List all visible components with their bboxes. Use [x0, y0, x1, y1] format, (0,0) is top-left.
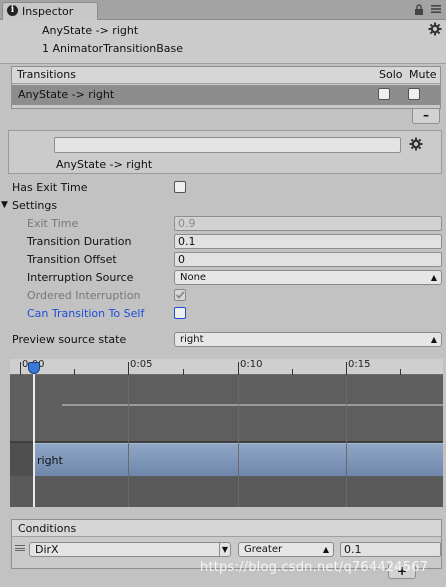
transition-row-label: AnyState -> right [18, 88, 115, 101]
ordered-interruption-label: Ordered Interruption [27, 289, 141, 302]
has-exit-time-label: Has Exit Time [12, 181, 88, 194]
header-title: AnyState -> right [42, 24, 139, 37]
interruption-source-label: Interruption Source [27, 271, 134, 284]
condition-mode-value: Greater [244, 544, 283, 555]
timeline-track-row [10, 375, 443, 441]
settings-foldout-label[interactable]: Settings [12, 199, 57, 212]
timeline-gridline [128, 375, 129, 507]
timeline-track-gap [10, 443, 34, 476]
timeline-tick [238, 362, 239, 375]
lock-icon[interactable] [414, 4, 426, 16]
solo-checkbox[interactable] [378, 88, 390, 100]
gear-icon[interactable] [428, 22, 442, 40]
ordered-interruption-checkbox [174, 289, 186, 301]
timeline-gridline [238, 375, 239, 507]
watermark-text: https://blog.csdn.net/q764424567 [200, 560, 429, 575]
timeline-tick [292, 369, 293, 375]
exit-time-label: Exit Time [27, 217, 79, 230]
transitions-title: Transitions [17, 68, 76, 81]
state-bar-label: right [37, 454, 63, 467]
selected-transition-label: AnyState -> right [56, 158, 153, 171]
menu-icon[interactable] [430, 3, 442, 15]
timeline-tick [74, 369, 75, 375]
timeline-curve-line [62, 404, 443, 406]
transition-duration-field[interactable]: 0.1 [174, 234, 442, 249]
remove-transition-button[interactable]: – [412, 109, 440, 124]
mute-column-label: Mute [409, 68, 437, 81]
transitions-header [12, 67, 440, 84]
timeline-label: 0:10 [240, 359, 263, 370]
has-exit-time-checkbox[interactable] [174, 181, 186, 193]
conditions-title: Conditions [18, 522, 77, 535]
timeline-label: 0:05 [130, 359, 153, 370]
can-transition-to-self-checkbox[interactable] [174, 307, 186, 319]
transition-offset-field[interactable]: 0 [174, 252, 442, 267]
dropdown-arrow-icon: ▼ [218, 543, 228, 556]
condition-parameter-dropdown[interactable]: DirX ▼ [29, 542, 231, 557]
exit-time-field: 0.9 [174, 216, 442, 231]
inspector-tab-label: Inspector [22, 5, 74, 18]
interruption-source-value: None [180, 272, 207, 283]
dropdown-arrows-icon: ▲ [430, 335, 437, 344]
interruption-source-dropdown[interactable]: None ▲ [174, 270, 442, 285]
conditions-header [12, 520, 441, 537]
dropdown-arrows-icon: ▲ [430, 273, 437, 282]
preview-source-state-value: right [180, 334, 204, 345]
drag-handle-icon[interactable] [15, 545, 25, 551]
transition-name-field[interactable] [54, 137, 401, 153]
condition-parameter-value: DirX [35, 543, 59, 556]
condition-mode-dropdown[interactable]: Greater ▲ [238, 542, 334, 557]
transition-duration-label: Transition Duration [27, 235, 132, 248]
transition-offset-label: Transition Offset [27, 253, 117, 266]
timeline-playhead[interactable] [33, 368, 35, 507]
gear-icon[interactable] [409, 137, 423, 155]
info-icon: i [7, 5, 18, 16]
dropdown-arrows-icon: ▲ [322, 545, 329, 554]
timeline-tick [400, 369, 401, 375]
timeline-tick [128, 362, 129, 375]
settings-foldout-arrow-icon[interactable]: ▼ [1, 200, 8, 210]
inspector-tab[interactable]: i Inspector [2, 2, 98, 20]
timeline-track-row [10, 476, 443, 507]
timeline-tick [183, 369, 184, 375]
timeline-tick [346, 362, 347, 375]
preview-source-state-dropdown[interactable]: right ▲ [174, 332, 442, 347]
condition-threshold-field[interactable]: 0.1 [340, 542, 441, 557]
timeline-label: 0:15 [348, 359, 371, 370]
mute-checkbox[interactable] [408, 88, 420, 100]
preview-source-state-label: Preview source state [12, 333, 127, 346]
solo-column-label: Solo [379, 68, 403, 81]
can-transition-to-self-label: Can Transition To Self [27, 307, 145, 320]
playhead-marker-icon[interactable] [28, 362, 40, 374]
header-subtitle: 1 AnimatorTransitionBase [42, 42, 184, 55]
timeline-tick [20, 362, 21, 375]
timeline-gridline [346, 375, 347, 507]
